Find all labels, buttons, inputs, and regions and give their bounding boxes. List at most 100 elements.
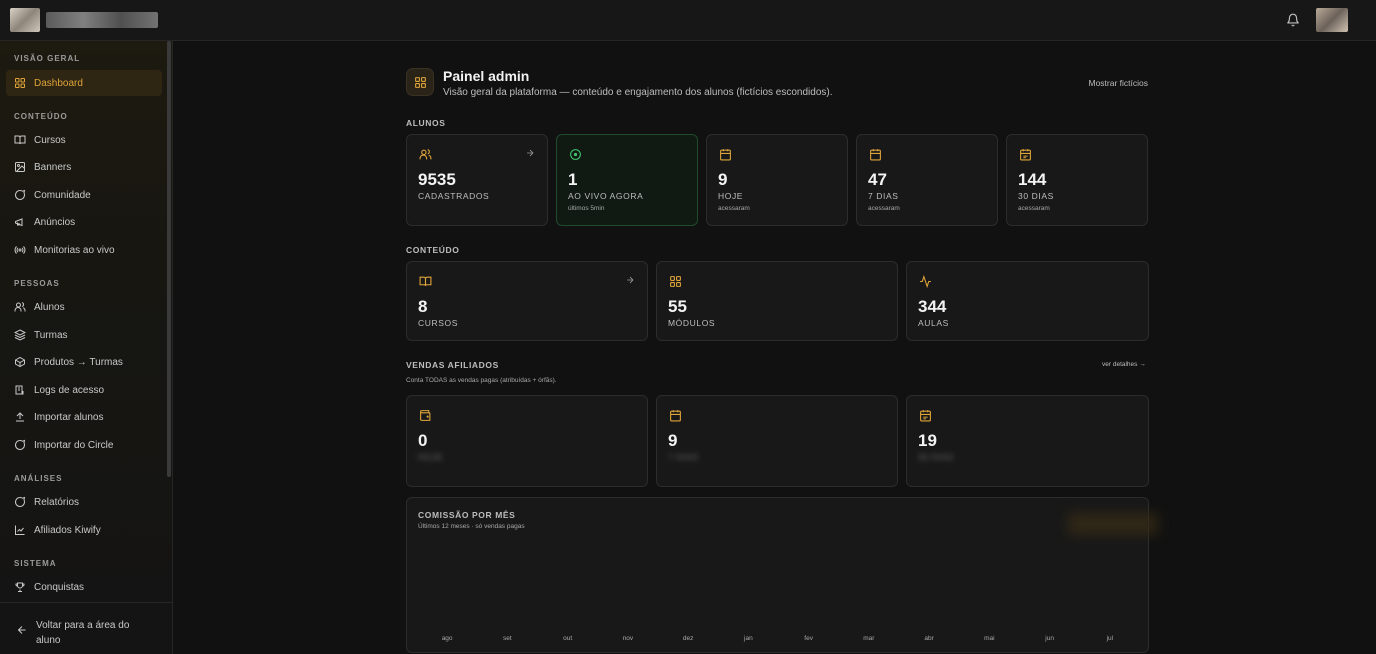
view-details-link[interactable]: ver detalhes → [1102,361,1146,368]
sidebar-item-dashboard[interactable]: Dashboard [6,70,162,96]
sidebar-item-afiliados[interactable]: Afiliados Kiwify [6,517,162,543]
stat-value: 47 [868,170,887,189]
stat-card-ao-vivo: 1 AO VIVO AGORA últimos 5min [556,134,698,226]
stat-sub: acessaram [868,205,900,212]
chart-icon [15,525,25,535]
brand[interactable] [10,8,158,32]
sidebar-item-importar-alunos[interactable]: Importar alunos [6,404,162,430]
stat-label: MÓDULOS [668,318,716,328]
stat-value: 144 [1018,170,1047,189]
x-tick-label: out [563,635,572,642]
sidebar-item-label: Turmas [34,329,68,341]
stat-card-cursos[interactable]: 8 CURSOS [406,261,648,341]
arrow-right-icon [527,149,534,157]
sidebar-item-label: Afiliados Kiwify [34,524,101,536]
brand-logo [10,8,40,32]
stat-label: CURSOS [418,318,458,328]
sidebar-item-label: Comunidade [34,189,91,201]
sidebar-item-label: Importar do Circle [34,439,114,451]
calendar-icon [670,410,681,422]
stat-label: 7 DIAS [868,191,899,201]
x-tick-label: ago [442,635,453,642]
arrow-right-icon [627,276,634,284]
brand-name [46,12,158,28]
sidebar-item-label: Anúncios [34,216,76,228]
stat-card-vendas-30-dias: 19 30 DIAS [906,395,1149,487]
sidebar: VISÃO GERAL Dashboard CONTEÚDO Cursos Ba… [0,41,173,654]
stat-value: 9 [718,170,728,189]
stat-card-vendas-7-dias: 9 7 DIAS [656,395,898,487]
stat-value: 55 [668,297,687,316]
bell-icon[interactable] [1286,13,1300,27]
sidebar-item-banners[interactable]: Banners [6,154,162,180]
wallet-icon [420,410,431,421]
book-icon [419,276,432,286]
sidebar-item-conquistas[interactable]: Conquistas [6,574,162,600]
sidebar-item-label: Banners [34,161,72,173]
broadcast-icon [14,246,26,254]
sidebar-divider [0,602,172,603]
package-icon [15,356,25,368]
sidebar-item-cursos[interactable]: Cursos [6,127,162,153]
sidebar-item-turmas[interactable]: Turmas [6,322,162,348]
show-fictitious-toggle[interactable]: Mostrar fictícios [1088,78,1148,88]
stat-card-cadastrados[interactable]: 9535 CADASTRADOS [406,134,548,226]
stat-label: CADASTRADOS [418,191,490,201]
x-tick-label: abr [924,635,934,642]
calendar-icon [1020,149,1031,161]
back-label: Voltar para a área do aluno [36,620,130,646]
sidebar-item-label: Conquistas [34,581,85,593]
stat-card-modulos: 55 MÓDULOS [656,261,898,341]
stat-value: 344 [918,297,947,316]
sidebar-item-label: Logs de acesso [34,384,105,396]
sidebar-item-produtos-turmas[interactable]: Produtos → Turmas [6,349,162,375]
sidebar-item-relatorios[interactable]: Relatórios [6,489,162,515]
x-tick-label: set [503,635,512,642]
stat-card-vendas-hoje: 0 HOJE [406,395,648,487]
trophy-icon [15,582,25,592]
sidebar-scrollbar[interactable] [167,41,171,477]
users-icon [419,149,432,160]
live-icon [570,149,581,160]
stat-value: 8 [418,297,428,316]
calendar-icon [920,410,931,422]
stat-card-hoje: 9 HOJE acessaram [706,134,848,226]
commission-chart-card: COMISSÃO POR MÊS Últimos 12 meses · só v… [406,497,1158,653]
stat-label: 30 DIAS [1018,191,1054,201]
back-to-student-area-link[interactable]: Voltar para a área do aluno [16,618,146,648]
sidebar-item-label: Relatórios [34,496,80,508]
stat-sub: acessaram [1018,205,1050,212]
sidebar-section-sistema: SISTEMA [14,559,57,568]
x-tick-label: jan [743,635,753,642]
circle-icon [15,439,26,450]
sidebar-item-label: Produtos → Turmas [34,356,123,368]
calendar-icon [870,149,881,161]
sidebar-item-alunos[interactable]: Alunos [6,294,162,320]
sidebar-section-conteudo: CONTEÚDO [14,112,68,121]
section-vendas-note: Conta TODAS as vendas pagas (atribuídas … [406,377,557,384]
stat-value: 19 [918,431,937,450]
x-tick-label: mar [863,635,875,642]
sidebar-item-comunidade[interactable]: Comunidade [6,182,162,208]
sidebar-section-pessoas: PESSOAS [14,279,60,288]
sidebar-item-label: Dashboard [34,77,83,89]
sidebar-section-analises: ANÁLISES [14,474,63,483]
section-vendas-label: VENDAS AFILIADOS [406,360,499,370]
log-icon [15,385,24,395]
grid-icon [670,276,681,287]
page-subtitle: Visão geral da plataforma — conteúdo e e… [443,87,833,98]
image-icon [15,162,25,172]
stat-label: AO VIVO AGORA [568,191,644,201]
avatar[interactable] [1316,8,1348,32]
sidebar-item-importar-circle[interactable]: Importar do Circle [6,432,162,458]
top-bar [0,0,1376,41]
page-title: Painel admin [443,68,530,84]
stat-sub: últimos 5min [568,205,605,212]
stat-value: 1 [568,170,578,189]
sidebar-item-monitorias[interactable]: Monitorias ao vivo [6,237,162,263]
sidebar-item-anuncios[interactable]: Anúncios [6,209,162,235]
grid-icon [15,78,25,88]
stat-card-7-dias: 47 7 DIAS acessaram [856,134,998,226]
sidebar-item-logs[interactable]: Logs de acesso [6,377,162,403]
chat-icon [15,189,26,200]
